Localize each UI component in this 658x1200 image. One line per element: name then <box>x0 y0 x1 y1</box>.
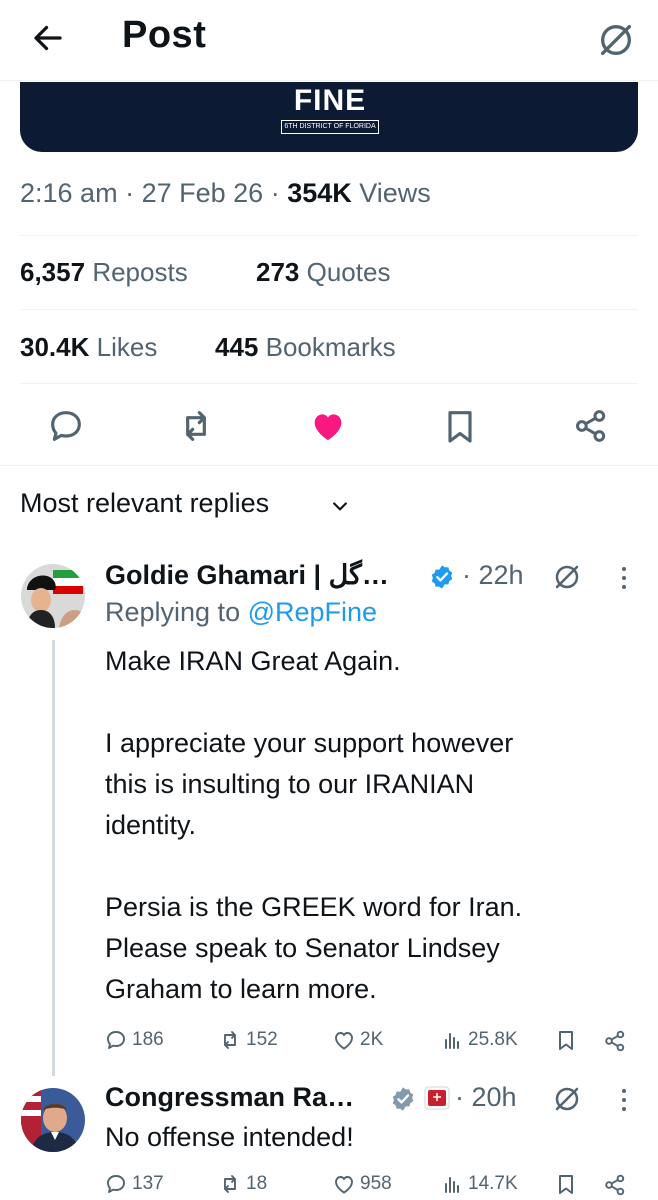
reply-line: Make IRAN Great Again. <box>105 646 401 676</box>
reply-line: identity. <box>105 810 197 840</box>
like-count-button[interactable]: 958 <box>332 1172 392 1196</box>
reply-icon <box>107 1175 125 1193</box>
replies-sort-label[interactable]: Most relevant replies <box>20 488 269 519</box>
reply-count-button[interactable]: 137 <box>104 1172 164 1196</box>
divider <box>20 235 638 236</box>
avatar[interactable] <box>21 1088 85 1152</box>
like-icon <box>335 1032 353 1050</box>
reply-author-name[interactable]: Congressman Ra… <box>105 1082 354 1113</box>
reply-icon <box>107 1031 125 1049</box>
share-icon[interactable] <box>602 1028 628 1054</box>
repost-icon[interactable] <box>176 406 216 446</box>
post-timestamp: 2:16 am · 27 Feb 26 · 354K Views <box>20 178 431 208</box>
views-count: 354K <box>287 178 352 208</box>
reposts-stat[interactable]: 6,357 Reposts <box>20 257 188 288</box>
author-name: Goldie Ghamari | گل… <box>105 560 389 590</box>
like-count: 958 <box>360 1173 392 1194</box>
top-bar <box>0 0 658 81</box>
avatar-image <box>21 564 85 628</box>
views-count: 14.7K <box>468 1173 518 1194</box>
post-time: 2:16 am <box>20 178 118 208</box>
bookmarks-count: 445 <box>215 332 259 362</box>
reposts-label: Reposts <box>92 257 188 287</box>
affiliate-badge-icon <box>424 1086 450 1110</box>
views-count: 25.8K <box>468 1029 518 1050</box>
divider <box>20 309 638 310</box>
reply-line: Persia is the GREEK word for Iran. <box>105 892 523 922</box>
likes-count: 30.4K <box>20 332 90 362</box>
verified-badge-icon <box>431 565 453 589</box>
chevron-down-icon[interactable] <box>330 496 350 516</box>
repost-count: 18 <box>246 1173 268 1194</box>
page-title: Post <box>122 14 207 56</box>
divider <box>20 383 638 384</box>
bookmark-icon[interactable] <box>554 1028 578 1052</box>
repost-icon <box>224 1031 236 1049</box>
reply-line: Please speak to Senator Lindsey <box>105 933 500 963</box>
views-count-button[interactable]: 25.8K <box>440 1028 518 1052</box>
reply-line: this is insulting to our IRANIAN <box>105 769 475 799</box>
quotes-stat[interactable]: 273 Quotes <box>256 257 390 288</box>
like-icon <box>335 1176 353 1194</box>
grok-icon[interactable] <box>552 562 582 592</box>
views-chart-icon <box>445 1177 459 1193</box>
bookmarks-stat[interactable]: 445 Bookmarks <box>215 332 396 363</box>
avatar-image <box>21 1088 85 1152</box>
reposts-count: 6,357 <box>20 257 86 287</box>
bookmarks-label: Bookmarks <box>265 332 396 362</box>
reply-time[interactable]: · 22h <box>462 560 524 591</box>
views-chart-icon <box>445 1033 459 1049</box>
replying-handle[interactable]: @RepFine <box>248 597 377 627</box>
reply-body: Make IRAN Great Again. I appreciate your… <box>105 641 625 1010</box>
repost-icon <box>224 1175 236 1193</box>
share-icon[interactable] <box>571 406 611 446</box>
repost-count: 152 <box>246 1029 278 1050</box>
quotes-label: Quotes <box>306 257 391 287</box>
like-count: 2K <box>360 1029 384 1050</box>
grok-icon[interactable] <box>596 20 636 60</box>
bookmark-icon[interactable] <box>440 406 480 446</box>
grok-icon[interactable] <box>552 1084 582 1114</box>
reply-line <box>105 682 625 723</box>
divider <box>0 465 658 466</box>
author-name: Congressman Ra… <box>105 1082 355 1112</box>
replying-prefix: Replying to <box>105 597 241 627</box>
banner-logo-subtext: 6TH DISTRICT OF FLORIDA <box>281 120 379 134</box>
banner-logo-text: FINE <box>293 84 367 117</box>
reply-line: I appreciate your support however <box>105 728 514 758</box>
views-count-button[interactable]: 14.7K <box>440 1172 518 1196</box>
likes-label: Likes <box>96 332 158 362</box>
more-options-icon[interactable] <box>620 1085 628 1115</box>
more-options-icon[interactable] <box>620 563 628 593</box>
reply-line: No offense intended! <box>105 1122 354 1152</box>
replying-to: Replying to @RepFine <box>105 597 377 628</box>
likes-stat[interactable]: 30.4K Likes <box>20 332 157 363</box>
reply-count: 137 <box>132 1173 164 1194</box>
back-arrow-icon[interactable] <box>30 20 66 56</box>
thread-line <box>52 640 55 1076</box>
like-icon-filled[interactable] <box>308 406 348 446</box>
avatar[interactable] <box>21 564 85 628</box>
share-icon[interactable] <box>602 1172 628 1198</box>
reply-body: No offense intended! <box>105 1117 625 1158</box>
repost-count-button[interactable]: 18 <box>218 1172 267 1196</box>
reply-line: Graham to learn more. <box>105 974 377 1004</box>
verified-badge-gray-icon <box>392 1087 414 1111</box>
post-date: 27 Feb 26 <box>141 178 264 208</box>
reply-icon[interactable] <box>46 406 86 446</box>
bookmark-icon[interactable] <box>554 1172 578 1196</box>
views-label: Views <box>359 178 431 208</box>
reply-author-name[interactable]: Goldie Ghamari | گل… <box>105 560 389 591</box>
reply-count: 186 <box>132 1029 164 1050</box>
reply-line <box>105 846 625 887</box>
like-count-button[interactable]: 2K <box>332 1028 383 1052</box>
quotes-count: 273 <box>256 257 300 287</box>
reply-count-button[interactable]: 186 <box>104 1028 164 1052</box>
repost-count-button[interactable]: 152 <box>218 1028 278 1052</box>
reply-time[interactable]: · 20h <box>455 1082 517 1113</box>
